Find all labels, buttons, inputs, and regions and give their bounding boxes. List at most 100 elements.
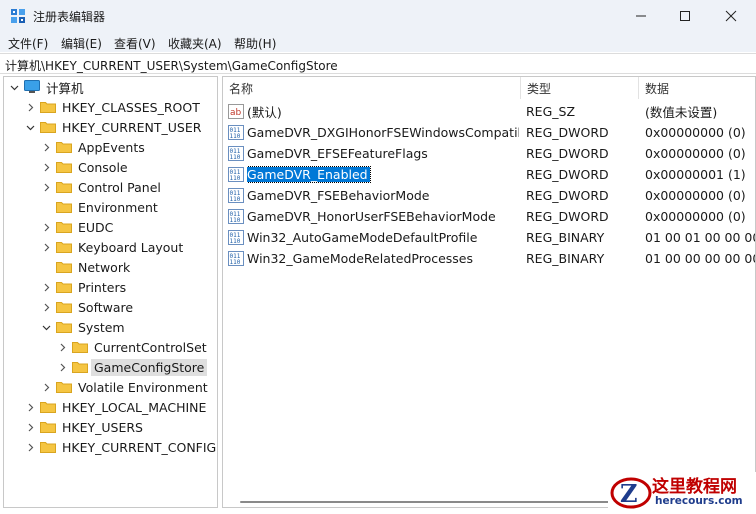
address-bar[interactable]: 计算机\HKEY_CURRENT_USER\System\GameConfigS… [0,53,756,74]
chevron-down-icon[interactable] [24,117,36,137]
chevron-right-icon[interactable] [24,417,36,437]
tree-item-label: Console [78,159,128,175]
chevron-right-icon[interactable] [40,237,52,257]
chevron-right-icon[interactable] [40,297,52,317]
column-header-data[interactable]: 数据 [639,77,755,99]
tree-item[interactable]: Volatile Environment [40,377,208,397]
value-row[interactable]: 011 110 GameDVR_HonorUserFSEBehaviorMode RE… [223,206,755,227]
tree-item[interactable]: HKEY_CLASSES_ROOT [24,97,200,117]
binary-value-icon: 011 110 [228,251,244,266]
menu-help[interactable]: 帮助(H) [234,35,276,52]
tree-item-label: HKEY_USERS [62,419,143,435]
value-row[interactable]: 011 110 Win32_GameModeRelatedProcesses REG_… [223,248,756,269]
watermark-title: 这里教程网 [652,477,737,497]
values-list[interactable]: 名称 类型 数据 ab (默认) REG_SZ (数值未设置) 011 110 GameDV… [222,76,756,508]
tree-item-label: Printers [78,279,127,295]
tree-item[interactable]: AppEvents [40,137,145,157]
computer-icon [24,80,40,94]
value-row[interactable]: 011 110 GameDVR_FSEBehaviorMode REG_DWORD 0x… [223,185,755,206]
svg-text:110: 110 [230,259,241,266]
chevron-right-icon[interactable] [24,97,36,117]
menu-edit[interactable]: 编辑(E) [61,35,102,52]
maximize-button[interactable] [662,0,708,32]
tree-item[interactable]: Environment [40,197,158,217]
value-data: (数值未设置) [645,105,718,120]
menu-view[interactable]: 查看(V) [114,35,156,52]
tree-item[interactable]: CurrentControlSet [56,337,207,357]
tree-item-label: Software [78,299,134,315]
tree-item[interactable]: Control Panel [40,177,161,197]
tree-item[interactable]: Console [40,157,128,177]
chevron-right-icon[interactable] [40,277,52,297]
chevron-right-icon[interactable] [40,177,52,197]
chevron-right-icon[interactable] [40,157,52,177]
value-row[interactable]: 011 110 GameDVR_Enabled REG_DWORD 0x00000001… [223,164,755,185]
binary-value-icon: 011 110 [228,230,244,245]
regedit-icon [11,9,25,23]
tree-item[interactable]: Network [40,257,130,277]
chevron-right-icon[interactable] [40,377,52,397]
string-value-icon: ab [228,104,244,119]
value-type: REG_DWORD [526,209,609,224]
value-row[interactable]: 011 110 GameDVR_EFSEFeatureFlags REG_DWORD 0… [223,143,755,164]
chevron-right-icon[interactable] [56,337,68,357]
key-tree[interactable]: 计算机 HKEY_CLASSES_ROOT HKEY_CURRENT_USER App… [3,76,218,508]
tree-item[interactable]: HKEY_LOCAL_MACHINE [24,397,206,417]
binary-value-icon: 011 110 [228,209,244,224]
folder-icon [56,321,72,333]
value-row[interactable]: 011 110 Win32_AutoGameModeDefaultProfile RE… [223,227,756,248]
menu-favorites[interactable]: 收藏夹(A) [168,35,222,52]
title-bar: 注册表编辑器 [0,0,756,32]
folder-icon [40,121,56,133]
value-data: 0x00000000 (0) [645,125,746,140]
column-header-type[interactable]: 类型 [521,77,639,99]
tree-item[interactable]: Keyboard Layout [40,237,183,257]
tree-item-label: Volatile Environment [78,379,208,395]
value-name-cell: Win32_AutoGameModeDefaultProfile [247,227,519,248]
value-data: 01 00 00 00 00 00 [645,251,756,266]
tree-item[interactable]: HKEY_USERS [24,417,143,437]
address-path[interactable]: 计算机\HKEY_CURRENT_USER\System\GameConfigS… [5,57,338,74]
chevron-right-icon[interactable] [40,217,52,237]
value-data: 01 00 01 00 00 00 [645,230,756,245]
folder-icon [56,221,72,233]
value-row[interactable]: 011 110 GameDVR_DXGIHonorFSEWindowsCompati… [223,122,755,143]
tree-item[interactable]: HKEY_CURRENT_USER [24,117,201,137]
tree-item-label: GameConfigStore [91,358,208,376]
close-button[interactable] [708,0,754,32]
tree-item-label: EUDC [78,219,114,235]
column-header-name[interactable]: 名称 [223,77,521,99]
chevron-right-icon[interactable] [56,357,68,377]
menu-file[interactable]: 文件(F) [8,35,48,52]
chevron-down-icon[interactable] [8,77,20,97]
tree-item[interactable]: EUDC [40,217,113,237]
scrollbar-thumb[interactable] [240,501,612,503]
tree-item[interactable]: Printers [40,277,126,297]
chevron-right-icon[interactable] [24,437,36,457]
tree-item[interactable]: HKEY_CURRENT_CONFIG [24,437,216,457]
tree-item[interactable]: System [40,317,125,337]
value-name: GameDVR_DXGIHonorFSEWindowsCompatible [247,125,519,140]
chevron-down-icon[interactable] [40,317,52,337]
tree-item-label: Control Panel [78,179,161,195]
chevron-right-icon[interactable] [24,397,36,417]
tree-item[interactable]: 计算机 [8,77,84,97]
tree-item-label: HKEY_CURRENT_USER [62,119,202,135]
site-watermark: Z 这里教程网 herecours.com [608,472,756,514]
watermark-url: herecours.com [655,495,743,507]
tree-item[interactable]: Software [40,297,133,317]
value-row[interactable]: ab (默认) REG_SZ (数值未设置) [223,101,755,122]
minimize-icon [636,15,646,17]
value-name-cell: Win32_GameModeRelatedProcesses [247,248,519,269]
binary-value-icon: 011 110 [228,125,244,140]
value-type: REG_DWORD [526,167,609,182]
tree-item-label: 计算机 [46,80,84,96]
tree-item[interactable]: GameConfigStore [56,357,208,377]
binary-value-icon: 011 110 [228,188,244,203]
chevron-right-icon[interactable] [40,137,52,157]
value-name-cell: (默认) [247,101,519,122]
value-type: REG_BINARY [526,230,605,245]
minimize-button[interactable] [618,0,664,32]
svg-text:110: 110 [230,196,241,203]
